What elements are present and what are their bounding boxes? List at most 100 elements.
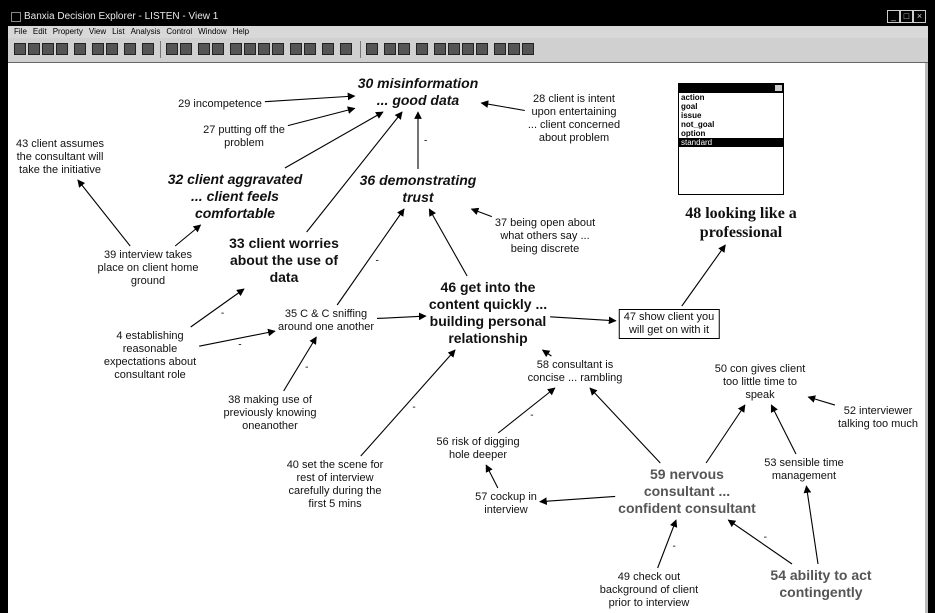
node-46[interactable]: 46 get into the content quickly ... buildi…: [429, 279, 547, 347]
link-n58-n46[interactable]: [541, 349, 552, 358]
node-57[interactable]: 57 cockup in interview: [475, 491, 537, 517]
report-icon[interactable]: [366, 43, 378, 55]
menu-control[interactable]: Control: [163, 26, 195, 38]
fit-icon[interactable]: [462, 43, 474, 55]
link-n29-n30[interactable]: [264, 92, 356, 103]
legend-item-action[interactable]: action: [679, 93, 783, 102]
vertical-scrollbar[interactable]: [925, 63, 928, 613]
node-49[interactable]: 49 check out background of client prior to…: [600, 571, 698, 610]
node-37[interactable]: 37 being open about what others say ... be…: [495, 217, 595, 256]
save-icon[interactable]: [42, 43, 54, 55]
stop-icon[interactable]: [124, 43, 136, 55]
node-52[interactable]: 52 interviewer talking too much: [838, 405, 918, 431]
table-icon[interactable]: [384, 43, 396, 55]
node-48[interactable]: 48 looking like a professional: [685, 204, 797, 242]
eye-icon[interactable]: [340, 43, 352, 55]
close-icon[interactable]: ×: [913, 10, 926, 23]
expand-icon[interactable]: [166, 43, 178, 55]
menu-property[interactable]: Property: [50, 26, 86, 38]
link-n54-n59[interactable]: [727, 519, 793, 565]
maximize-icon[interactable]: □: [900, 10, 913, 23]
link-n32-n30[interactable]: [284, 111, 384, 169]
new-view-icon[interactable]: [56, 43, 68, 55]
link-n46-n36[interactable]: [428, 208, 468, 277]
arrange-icon[interactable]: [508, 43, 520, 55]
link-n59-n50[interactable]: [705, 404, 746, 464]
node-56[interactable]: 56 risk of digging hole deeper: [436, 436, 519, 462]
link-n39-n32[interactable]: [174, 224, 202, 247]
menu-list[interactable]: List: [109, 26, 127, 38]
edit-icon[interactable]: [304, 43, 316, 55]
link-n35-n46[interactable]: [376, 312, 427, 321]
link-n37-n36[interactable]: [470, 207, 493, 218]
collapse-icon[interactable]: [180, 43, 192, 55]
map-canvas[interactable]: - - - - - - - - - 29 incompetence 30 misinformat…: [8, 63, 928, 613]
open-icon[interactable]: [28, 43, 40, 55]
paste-icon[interactable]: [106, 43, 118, 55]
node-50[interactable]: 50 con gives client too little time to spe…: [715, 363, 806, 402]
link-n39-n43[interactable]: [77, 179, 131, 247]
node-29[interactable]: 29 incompetence: [178, 98, 262, 111]
link-n38-n35[interactable]: [283, 336, 317, 392]
document-icon[interactable]: [416, 43, 428, 55]
list-icon[interactable]: [322, 43, 334, 55]
node-32[interactable]: 32 client aggravated... client feels comf…: [168, 171, 303, 222]
link-n27-n30[interactable]: [287, 106, 356, 127]
node-36[interactable]: 36 demonstrating trust: [360, 172, 477, 206]
move-icon[interactable]: [230, 43, 242, 55]
link-n4-n33[interactable]: [190, 288, 245, 328]
angle-icon[interactable]: [258, 43, 270, 55]
menu-view[interactable]: View: [86, 26, 109, 38]
node-54[interactable]: 54 ability to act contingently: [770, 567, 871, 601]
layout-icon[interactable]: [522, 43, 534, 55]
node-30[interactable]: 30 misinformation... good data: [358, 75, 479, 109]
new-icon[interactable]: [14, 43, 26, 55]
link-n57-n56[interactable]: [485, 464, 499, 489]
link-n4-n35[interactable]: [199, 328, 276, 347]
node-4[interactable]: 4 establishing reasonable expectations abo…: [104, 330, 196, 382]
menu-file[interactable]: File: [8, 26, 30, 38]
node-58[interactable]: 58 consultant is concise ... rambling: [528, 359, 623, 385]
legend-header[interactable]: [679, 84, 783, 93]
help-icon[interactable]: [142, 43, 154, 55]
link-n59-n58[interactable]: [589, 387, 661, 464]
link-n54-n53[interactable]: [803, 485, 819, 565]
legend-close-icon[interactable]: [775, 85, 782, 91]
link-n47-n48[interactable]: [681, 244, 726, 307]
link-n46-n47[interactable]: [550, 316, 617, 325]
link-n53-n50[interactable]: [770, 404, 797, 455]
find-icon[interactable]: [476, 43, 488, 55]
cut-link-icon[interactable]: [244, 43, 256, 55]
print-icon[interactable]: [74, 43, 86, 55]
menu-analysis[interactable]: Analysis: [128, 26, 164, 38]
legend-item-standard[interactable]: standard: [679, 138, 783, 147]
play-icon[interactable]: [272, 43, 284, 55]
style-legend-panel[interactable]: action goal issue not_goal option standa…: [678, 83, 784, 195]
node-28[interactable]: 28 client is intent upon entertaining... …: [528, 93, 620, 145]
legend-item-option[interactable]: option: [679, 129, 783, 138]
menu-edit[interactable]: Edit: [30, 26, 50, 38]
copy-icon[interactable]: [92, 43, 104, 55]
link-n59-n57[interactable]: [539, 495, 616, 506]
cluster-icon[interactable]: [290, 43, 302, 55]
grid-icon[interactable]: [398, 43, 410, 55]
link-icon[interactable]: [212, 43, 224, 55]
link-n35-n36[interactable]: [336, 208, 405, 306]
title-bar[interactable]: Banxia Decision Explorer - LISTEN - View…: [8, 7, 928, 26]
link-n56-n58[interactable]: [497, 387, 556, 434]
zoom-out-icon[interactable]: [448, 43, 460, 55]
menu-window[interactable]: Window: [195, 26, 229, 38]
node-33[interactable]: 33 client worries about the use of data: [229, 235, 339, 286]
node-35[interactable]: 35 C & C sniffing around one another: [278, 308, 374, 334]
legend-item-goal[interactable]: goal: [679, 102, 783, 111]
minimize-icon[interactable]: _: [887, 10, 900, 23]
link-n52-n50[interactable]: [807, 395, 836, 406]
node-38[interactable]: 38 making use of previously knowing oneano…: [224, 394, 317, 433]
menu-help[interactable]: Help: [230, 26, 252, 38]
node-27[interactable]: 27 putting off the problem: [203, 124, 285, 150]
node-40[interactable]: 40 set the scene for rest of interview car…: [287, 459, 384, 511]
node-43[interactable]: 43 client assumes the consultant will take…: [16, 138, 104, 177]
node-59[interactable]: 59 nervous consultant ... confident consul…: [618, 466, 756, 517]
node-53[interactable]: 53 sensible time management: [764, 457, 844, 483]
legend-item-not-goal[interactable]: not_goal: [679, 120, 783, 129]
